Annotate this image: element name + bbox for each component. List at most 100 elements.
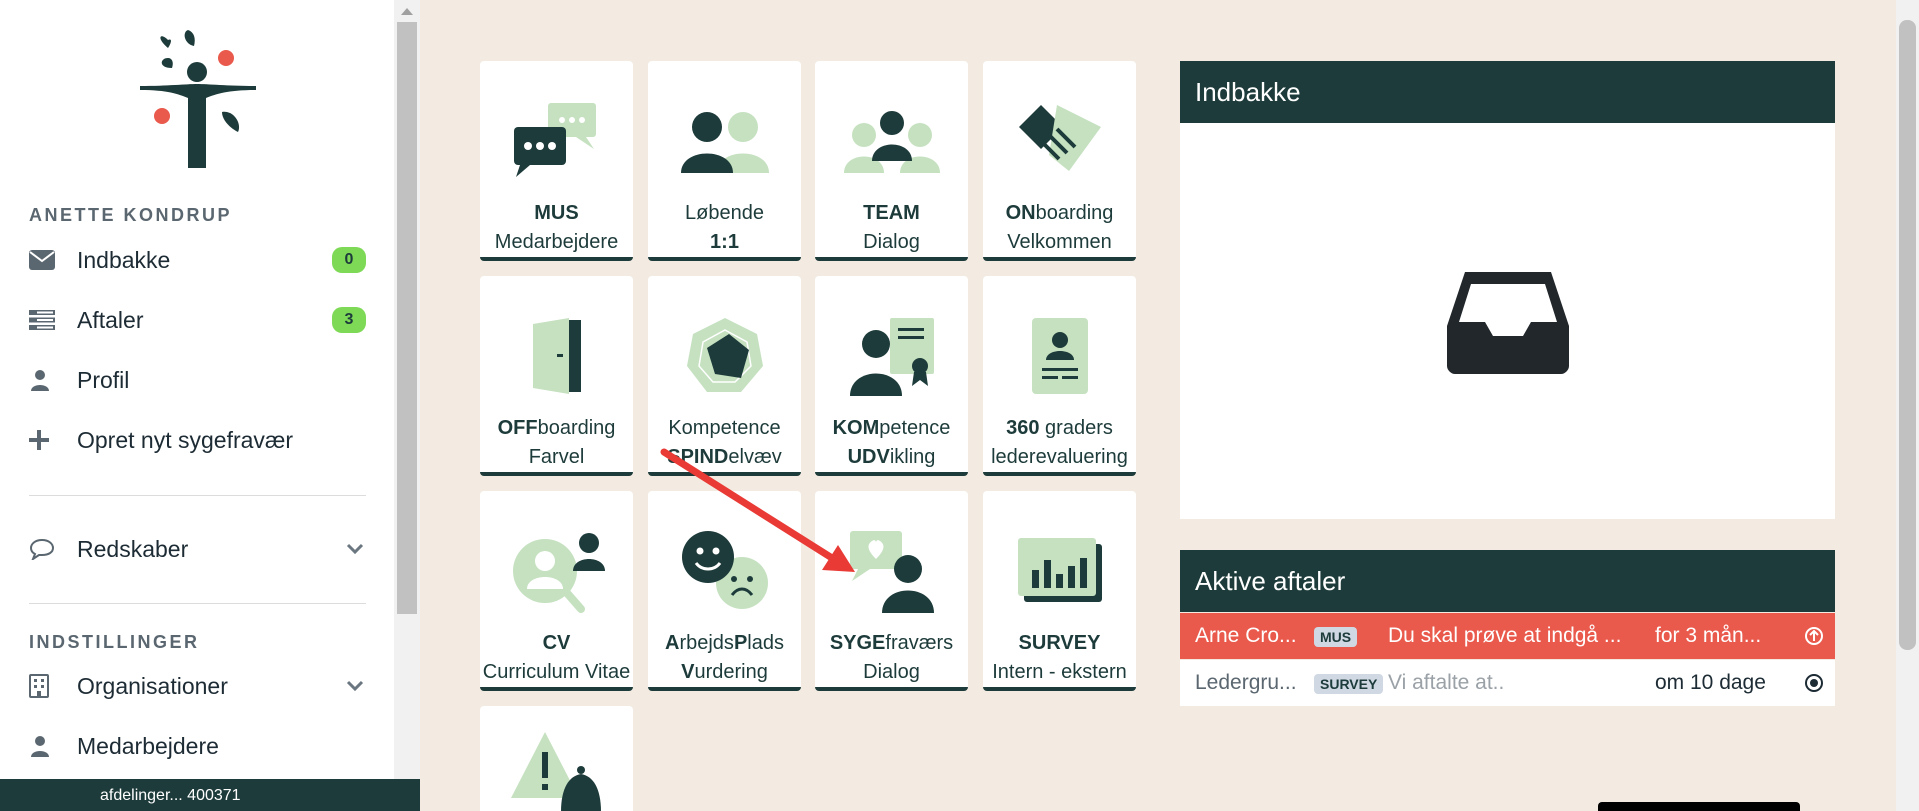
tile-label-line-2: SPINDelvæv [667,446,782,468]
sidebar-footer: afdelinger... 400371 [0,779,420,811]
nav-appointments-label: Aftaler [77,306,144,333]
nav-organisations[interactable]: Organisationer [29,664,366,708]
inbox-tray-icon [1446,272,1569,374]
appointment-description: Vi aftalte at.. [1388,671,1505,694]
arrow-up-circle-icon[interactable] [1793,626,1835,646]
sidebar-divider [29,495,366,496]
id-card-icon [983,276,1136,414]
tile-label-line-1: SYGEfraværs [829,632,954,654]
appointments-panel-title: Aktive aftaler [1180,550,1835,612]
tile-label-line-2: UDVikling [847,446,936,468]
tool-tile[interactable]: Kompetence SPINDelvæv [648,276,801,476]
faces-icon [648,491,801,629]
nav-inbox[interactable]: Indbakke 0 [29,238,366,282]
tile-label-line-2: Curriculum Vitae [482,661,631,683]
tool-tile[interactable]: KOMpetence UDVikling [815,276,968,476]
floating-button[interactable] [1598,802,1800,811]
two-people-icon [648,61,801,199]
appointment-tag: MUS [1314,627,1358,647]
page-scroll-thumb[interactable] [1899,20,1916,650]
tool-tile[interactable]: 360 graders lederevaluering [983,276,1136,476]
team-icon [815,61,968,199]
tile-label-line-1: ArbejdsPlads [665,632,784,654]
tile-label-line-1: TEAM [863,202,920,224]
tool-tile[interactable] [480,706,633,811]
sidebar-scroll-thumb[interactable] [397,22,417,614]
tile-label-line-1: CV [542,632,571,654]
list-icon [29,310,77,330]
sidebar-scrollbar[interactable] [394,0,420,811]
handshake-icon [983,61,1136,199]
sidebar: ANETTE KONDRUP Indbakke 0 Aftaler 3 Prof… [0,0,394,811]
tile-label-line-2: Farvel [528,446,585,468]
tool-tile[interactable]: SURVEY Intern - ekstern [983,491,1136,691]
tile-label-line-1: ONboarding [1005,202,1114,224]
nav-new-sick-leave[interactable]: Opret nyt sygefravær [29,418,366,462]
tile-label-line-1: Løbende [685,202,764,224]
tool-tile[interactable]: OFFboarding Farvel [480,276,633,476]
appointment-row[interactable]: Arne Cro... MUS Du skal prøve at indgå .… [1180,613,1835,659]
nav-employees[interactable]: Medarbejdere [29,724,366,768]
tool-tile[interactable]: Løbende 1:1 [648,61,801,261]
tile-label-line-1: OFFboarding [497,417,616,439]
warning-bell-icon [480,706,633,811]
spider-web-icon [648,276,801,414]
chevron-down-icon[interactable] [344,675,366,697]
dot-circle-icon[interactable] [1793,673,1835,693]
tile-label-line-2: Velkommen [1007,231,1112,253]
nav-profile-label: Profil [77,366,130,393]
tile-label-line-1: 360 graders [1006,417,1113,439]
tile-label-line-2: Dialog [863,231,920,253]
tile-label-line-2: Vurdering [681,661,768,683]
inbox-panel-body [1180,123,1835,519]
chevron-down-icon[interactable] [344,538,366,560]
plus-icon [29,430,77,450]
user-icon [29,735,77,757]
page-scrollbar[interactable] [1896,0,1919,811]
appointment-when: om 10 dage [1655,671,1766,694]
appointment-description: Du skal prøve at indgå ... [1388,624,1622,647]
certificate-icon [815,276,968,414]
bar-chart-icon [983,491,1136,629]
tile-label-line-1: Kompetence [668,417,781,439]
nav-appointments[interactable]: Aftaler 3 [29,298,366,342]
tool-tile[interactable]: TEAM Dialog [815,61,968,261]
appointment-tag: SURVEY [1314,674,1384,694]
nav-tools-label: Redskaber [77,535,189,562]
appointment-row[interactable]: Ledergru... SURVEY Vi aftalte at.. om 10… [1180,660,1835,706]
inbox-panel-title: Indbakke [1180,61,1835,123]
user-icon [29,369,77,391]
tile-label-line-1: KOMpetence [832,417,951,439]
nav-new-sick-leave-label: Opret nyt sygefravær [77,426,294,453]
chat-bubbles-icon [480,61,633,199]
settings-title: INDSTILLINGER [29,632,200,652]
tile-label-line-2: Dialog [863,661,920,683]
tile-label-line-2: 1:1 [710,231,739,253]
nav-profile[interactable]: Profil [29,358,366,402]
tool-tile[interactable]: ONboarding Velkommen [983,61,1136,261]
search-person-icon [480,491,633,629]
tool-tile[interactable]: CV Curriculum Vitae [480,491,633,691]
appointment-name: Ledergru... [1195,671,1297,694]
scroll-up-arrow-icon[interactable] [401,8,413,15]
inbox-count-badge: 0 [332,247,366,273]
tool-tile[interactable]: SYGEfraværs Dialog [815,491,968,691]
appointments-count-badge: 3 [332,307,366,333]
tool-tile[interactable]: ArbejdsPlads Vurdering [648,491,801,691]
tile-label-line-2: Intern - ekstern [992,661,1127,683]
speech-bubble-icon [29,538,77,560]
appointment-when: for 3 mån... [1655,624,1762,647]
tool-tile[interactable]: MUS Medarbejdere [480,61,633,261]
sick-dialog-icon [815,491,968,629]
sidebar-divider [29,603,366,604]
tile-label-line-1: MUS [534,202,579,224]
nav-employees-label: Medarbejdere [77,732,219,759]
tile-label-line-2: lederevaluering [991,446,1128,468]
nav-organisations-label: Organisationer [77,672,228,699]
user-name: ANETTE KONDRUP [29,205,233,225]
nav-inbox-label: Indbakke [77,246,171,273]
nav-tools[interactable]: Redskaber [29,527,366,571]
door-icon [480,276,633,414]
appointment-name: Arne Cro... [1195,624,1297,647]
company-logo [140,30,256,168]
